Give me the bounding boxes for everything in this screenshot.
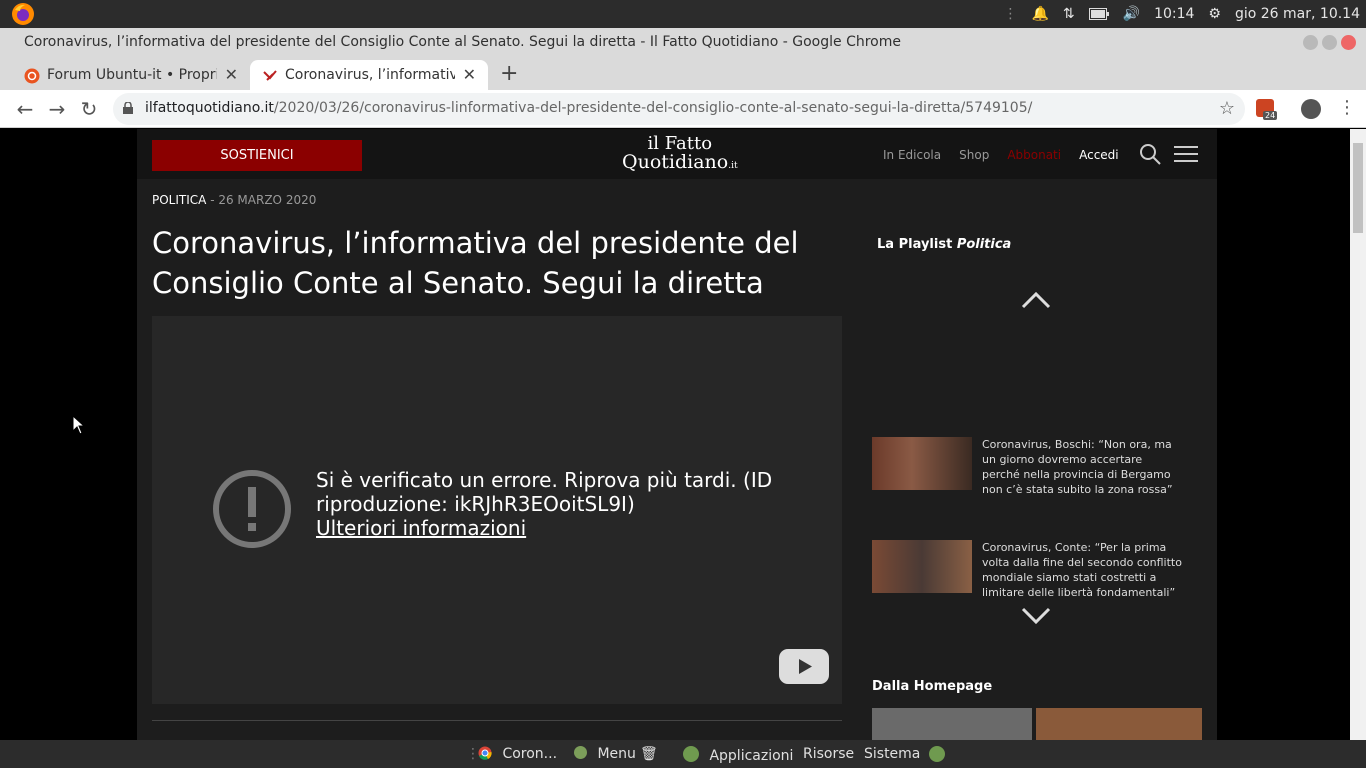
extension-icon[interactable]: 24 <box>1256 99 1278 120</box>
site-logo[interactable]: il Fatto Quotidiano.it <box>622 135 738 175</box>
web-page: SOSTIENICI il Fatto Quotidiano.it In Edi… <box>0 129 1350 740</box>
section-link[interactable]: POLITICA <box>152 193 206 207</box>
network-icon[interactable]: ⇅ <box>1063 6 1075 22</box>
system-bottom-panel: ⋮ Coron... Menu 🗑 Applicazioni Risorse S… <box>0 740 1366 768</box>
chrome-task-button[interactable]: Coron... <box>478 746 557 762</box>
hamburger-menu-icon[interactable] <box>1174 145 1198 163</box>
error-exclamation-icon <box>213 470 291 548</box>
more-info-link[interactable]: Ulteriori informazioni <box>316 516 526 540</box>
article-title: Coronavirus, l’informativa del president… <box>152 226 799 300</box>
firefox-icon[interactable] <box>11 2 35 26</box>
site-header: SOSTIENICI il Fatto Quotidiano.it In Edi… <box>137 129 1217 179</box>
link-abbonati[interactable]: Abbonati <box>1007 148 1061 162</box>
panel-launcher-icon[interactable] <box>929 746 945 766</box>
homepage-section-title: Dalla Homepage <box>872 679 993 694</box>
site-container: SOSTIENICI il Fatto Quotidiano.it In Edi… <box>137 129 1217 740</box>
link-shop[interactable]: Shop <box>959 148 989 162</box>
fatto-favicon-icon <box>263 70 277 81</box>
playlist-item-title[interactable]: Coronavirus, Conte: “Per la prima volta … <box>982 540 1182 600</box>
tab-coronavirus[interactable]: Coronavirus, l’informativ ✕ <box>250 60 488 90</box>
browser-toolbar: ← → ↻ ilfattoquotidiano.it/2020/03/26/co… <box>0 90 1366 128</box>
minimize-button[interactable] <box>1303 35 1318 50</box>
url-text[interactable]: ilfattoquotidiano.it/2020/03/26/coronavi… <box>145 100 1032 116</box>
clock-time[interactable]: 10:14 <box>1154 6 1194 22</box>
applications-menu[interactable]: Applicazioni <box>683 746 793 764</box>
lock-icon[interactable] <box>123 102 133 114</box>
applications-icon <box>683 746 699 762</box>
window-titlebar[interactable]: Coronavirus, l’informativa del president… <box>0 28 1366 58</box>
player-error-message: Si è verificato un errore. Riprova più t… <box>316 468 773 516</box>
divider <box>152 720 842 721</box>
close-tab-icon[interactable]: ✕ <box>463 65 476 84</box>
resources-menu[interactable]: Risorse <box>803 746 854 762</box>
youtube-icon[interactable] <box>779 649 829 684</box>
system-top-panel: ⋮ 🔔 ⇅ 🔊 10:14 ⚙ gio 26 mar, 10.14 <box>0 0 1366 28</box>
tab-forum-ubuntu[interactable]: Forum Ubuntu-it • Propri i ✕ <box>12 60 250 90</box>
tab-label: Coronavirus, l’informativ <box>285 67 455 83</box>
window-title: Coronavirus, l’informativa del president… <box>24 34 901 50</box>
drag-handle-icon: ⋮ <box>1003 6 1018 22</box>
mate-menu-button[interactable]: Menu <box>574 746 636 762</box>
close-window-button[interactable] <box>1341 35 1356 50</box>
ubuntu-favicon-icon <box>24 68 40 84</box>
new-tab-button[interactable]: + <box>500 61 518 86</box>
sostienici-button[interactable]: SOSTIENICI <box>152 140 362 171</box>
system-tray: ⋮ 🔔 ⇅ 🔊 10:14 ⚙ gio 26 mar, 10.14 <box>1003 0 1360 28</box>
volume-icon[interactable]: 🔊 <box>1123 6 1140 22</box>
chevron-up-icon[interactable] <box>1021 291 1051 309</box>
link-in-edicola[interactable]: In Edicola <box>883 148 941 162</box>
back-arrow-icon[interactable]: ← <box>14 98 36 120</box>
tab-strip: Forum Ubuntu-it • Propri i ✕ Coronavirus… <box>0 58 1366 90</box>
homepage-image[interactable] <box>872 708 1032 740</box>
homepage-image[interactable] <box>1036 708 1202 740</box>
article-date: - 26 MARZO 2020 <box>210 193 317 207</box>
profile-avatar-icon[interactable] <box>1301 99 1321 119</box>
video-thumbnail[interactable] <box>872 437 972 490</box>
window-controls <box>1303 35 1356 50</box>
extension-badge: 24 <box>1263 111 1278 120</box>
chrome-icon <box>478 746 492 760</box>
bookmark-star-icon[interactable]: ☆ <box>1219 98 1235 119</box>
forward-arrow-icon[interactable]: → <box>46 98 68 120</box>
page-scrollbar[interactable] <box>1350 129 1366 740</box>
mouse-cursor-icon <box>72 415 84 435</box>
mint-menu-icon <box>574 746 587 759</box>
playlist-title: La Playlist Politica <box>877 237 1012 252</box>
settings-gear-icon[interactable]: ⚙ <box>1208 6 1221 22</box>
scrollbar-thumb[interactable] <box>1353 143 1363 233</box>
battery-icon[interactable] <box>1088 8 1109 20</box>
notifications-icon[interactable]: 🔔 <box>1031 6 1048 22</box>
chevron-down-icon[interactable] <box>1021 607 1051 625</box>
tab-label: Forum Ubuntu-it • Propri i <box>47 67 217 83</box>
address-bar[interactable]: ilfattoquotidiano.it/2020/03/26/coronavi… <box>113 93 1245 125</box>
reload-icon[interactable]: ↻ <box>78 98 100 120</box>
playlist-item-title[interactable]: Coronavirus, Boschi: “Non ora, ma un gio… <box>982 437 1182 497</box>
video-thumbnail[interactable] <box>872 540 972 593</box>
video-player[interactable]: Si è verificato un errore. Riprova più t… <box>152 316 842 704</box>
maximize-button[interactable] <box>1322 35 1337 50</box>
system-menu[interactable]: Sistema <box>864 746 920 762</box>
clock-date[interactable]: gio 26 mar, 10.14 <box>1235 6 1360 22</box>
trash-icon[interactable]: 🗑 <box>640 746 658 762</box>
article-kicker: POLITICA - 26 MARZO 2020 <box>152 193 316 207</box>
close-tab-icon[interactable]: ✕ <box>225 65 238 84</box>
header-links: In Edicola Shop Abbonati Accedi <box>883 148 1119 162</box>
search-icon[interactable] <box>1139 143 1161 165</box>
link-accedi[interactable]: Accedi <box>1079 148 1119 162</box>
chrome-menu-icon[interactable]: ⋮ <box>1338 97 1356 118</box>
